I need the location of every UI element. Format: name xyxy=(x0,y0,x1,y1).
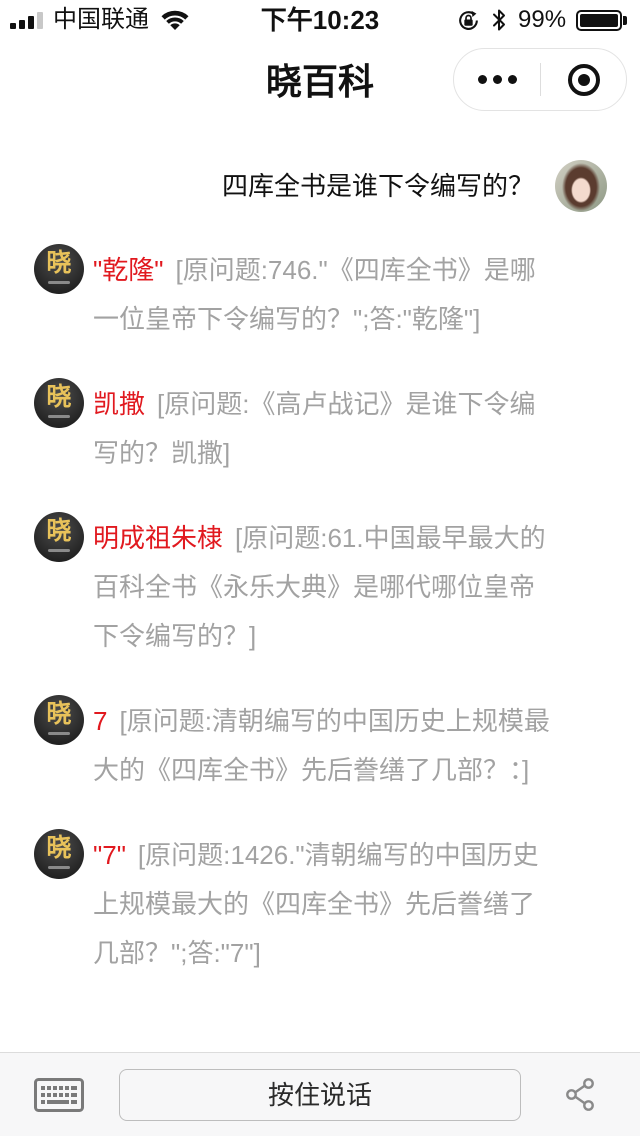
bot-message-text: 凯撒 [原问题:《高卢战记》是谁下令编写的？凯撒] xyxy=(93,380,551,478)
bot-avatar: 晓 xyxy=(34,695,84,745)
bot-avatar-logo-mark xyxy=(48,281,70,284)
miniprogram-capsule xyxy=(453,48,627,111)
orientation-lock-icon xyxy=(459,10,478,30)
nav-bar: 晓百科 xyxy=(0,40,640,128)
answer-text: "乾隆" xyxy=(93,255,164,285)
target-ring xyxy=(568,63,600,96)
battery-icon xyxy=(576,10,622,31)
user-message-text: 四库全书是谁下令编写的？ xyxy=(221,171,534,201)
clock-time: 下午10:23 xyxy=(260,5,380,35)
bot-avatar: 晓 xyxy=(34,244,84,294)
target-dot xyxy=(578,73,590,86)
answer-list: 晓 "乾隆" [原问题:746."《四库全书》是哪一位皇帝下令编写的？";答:"乾… xyxy=(0,244,640,978)
page-title: 晓百科 xyxy=(265,61,374,102)
user-message: 四库全书是谁下令编写的？ xyxy=(0,160,640,212)
source-question-text: [原问题:清朝编写的中国历史上规模最大的《四库全书》先后誊缮了几部？：] xyxy=(93,706,550,785)
signal-icon xyxy=(10,12,43,29)
bot-message: 晓 "7" [原问题:1426."清朝编写的中国历史上规模最大的《四库全书》先后誊… xyxy=(0,829,640,978)
dot xyxy=(507,75,517,84)
source-question-text: [原问题:《高卢战记》是谁下令编写的？凯撒] xyxy=(93,389,536,468)
answer-text: 凯撒 xyxy=(93,389,146,419)
hold-to-talk-button[interactable]: 按住说话 xyxy=(119,1069,521,1121)
bot-avatar-logo-mark xyxy=(48,415,70,418)
bot-avatar: 晓 xyxy=(34,829,84,879)
battery-cap xyxy=(623,16,627,25)
bot-avatar-logo: 晓 xyxy=(46,700,72,728)
answer-text: 明成祖朱棣 xyxy=(93,523,224,553)
user-avatar xyxy=(555,160,607,212)
share-icon[interactable] xyxy=(565,1078,595,1111)
bot-message: 晓 凯撒 [原问题:《高卢战记》是谁下令编写的？凯撒] xyxy=(0,378,640,478)
answer-text: "7" xyxy=(93,840,126,870)
bot-message: 晓 明成祖朱棣 [原问题:61.中国最早最大的百科全书《永乐大典》是哪代哪位皇帝下… xyxy=(0,512,640,661)
bot-avatar-logo: 晓 xyxy=(46,834,72,862)
status-bar: 中国联通 下午10:23 99% xyxy=(0,0,640,40)
bot-avatar-logo: 晓 xyxy=(46,249,72,277)
bot-message-text: 明成祖朱棣 [原问题:61.中国最早最大的百科全书《永乐大典》是哪代哪位皇帝下令编… xyxy=(93,514,551,661)
keyboard-icon[interactable] xyxy=(34,1078,84,1112)
wifi-icon xyxy=(161,10,189,30)
bot-avatar-logo-mark xyxy=(48,549,70,552)
chat-area[interactable]: 四库全书是谁下令编写的？ 晓 "乾隆" [原问题:746."《四库全书》是哪一位皇… xyxy=(0,160,640,1052)
more-dots-icon[interactable] xyxy=(454,49,540,110)
bot-message: 晓 7 [原问题:清朝编写的中国历史上规模最大的《四库全书》先后誊缮了几部？：] xyxy=(0,695,640,795)
bluetooth-icon xyxy=(493,9,505,31)
exit-target-icon[interactable] xyxy=(541,49,627,110)
bot-message-text: "7" [原问题:1426."清朝编写的中国历史上规模最大的《四库全书》先后誊缮了… xyxy=(93,831,551,978)
battery-level-fill xyxy=(580,14,618,27)
bot-avatar: 晓 xyxy=(34,512,84,562)
bot-message: 晓 "乾隆" [原问题:746."《四库全书》是哪一位皇帝下令编写的？";答:"乾… xyxy=(0,244,640,344)
carrier-name: 中国联通 xyxy=(53,6,149,33)
bot-avatar: 晓 xyxy=(34,378,84,428)
answer-text: 7 xyxy=(93,706,108,736)
bot-avatar-logo: 晓 xyxy=(46,517,72,545)
bot-avatar-logo-mark xyxy=(48,732,70,735)
battery-percent: 99% xyxy=(518,6,567,33)
bot-message-text: "乾隆" [原问题:746."《四库全书》是哪一位皇帝下令编写的？";答:"乾隆"… xyxy=(93,246,551,344)
input-bar: 按住说话 xyxy=(0,1052,640,1136)
bot-message-text: 7 [原问题:清朝编写的中国历史上规模最大的《四库全书》先后誊缮了几部？：] xyxy=(93,697,551,795)
dot xyxy=(492,75,502,84)
bot-avatar-logo: 晓 xyxy=(46,383,72,411)
source-question-text: [原问题:1426."清朝编写的中国历史上规模最大的《四库全书》先后誊缮了几部？… xyxy=(93,840,539,968)
bot-avatar-logo-mark xyxy=(48,866,70,869)
dot xyxy=(477,75,487,84)
